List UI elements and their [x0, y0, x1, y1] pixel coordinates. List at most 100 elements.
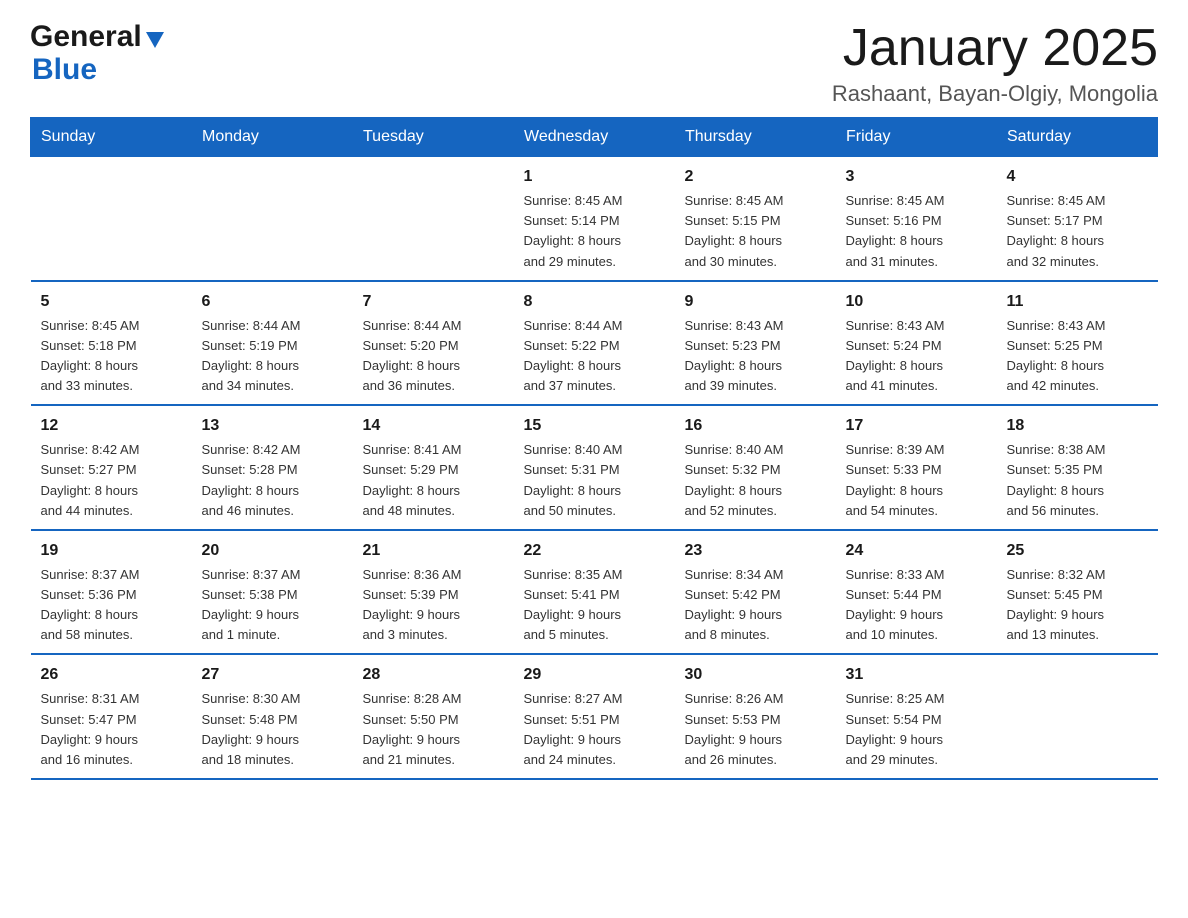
calendar-cell: 19Sunrise: 8:37 AM Sunset: 5:36 PM Dayli…	[31, 530, 192, 655]
day-info: Sunrise: 8:41 AM Sunset: 5:29 PM Dayligh…	[363, 440, 504, 521]
day-number: 15	[524, 414, 665, 438]
day-info: Sunrise: 8:45 AM Sunset: 5:17 PM Dayligh…	[1007, 191, 1148, 272]
header-cell-friday: Friday	[836, 118, 997, 157]
day-info: Sunrise: 8:45 AM Sunset: 5:16 PM Dayligh…	[846, 191, 987, 272]
day-info: Sunrise: 8:43 AM Sunset: 5:24 PM Dayligh…	[846, 316, 987, 397]
calendar-cell: 30Sunrise: 8:26 AM Sunset: 5:53 PM Dayli…	[675, 654, 836, 779]
day-info: Sunrise: 8:44 AM Sunset: 5:22 PM Dayligh…	[524, 316, 665, 397]
day-number: 8	[524, 290, 665, 314]
header-cell-monday: Monday	[192, 118, 353, 157]
calendar-cell: 7Sunrise: 8:44 AM Sunset: 5:20 PM Daylig…	[353, 281, 514, 406]
calendar-cell: 21Sunrise: 8:36 AM Sunset: 5:39 PM Dayli…	[353, 530, 514, 655]
day-number: 20	[202, 539, 343, 563]
title-section: January 2025 Rashaant, Bayan-Olgiy, Mong…	[832, 20, 1158, 107]
day-info: Sunrise: 8:25 AM Sunset: 5:54 PM Dayligh…	[846, 689, 987, 770]
calendar-cell: 14Sunrise: 8:41 AM Sunset: 5:29 PM Dayli…	[353, 405, 514, 530]
day-info: Sunrise: 8:42 AM Sunset: 5:27 PM Dayligh…	[41, 440, 182, 521]
day-info: Sunrise: 8:40 AM Sunset: 5:32 PM Dayligh…	[685, 440, 826, 521]
logo-triangle-icon	[144, 28, 166, 50]
calendar-cell: 25Sunrise: 8:32 AM Sunset: 5:45 PM Dayli…	[997, 530, 1158, 655]
calendar-cell: 10Sunrise: 8:43 AM Sunset: 5:24 PM Dayli…	[836, 281, 997, 406]
day-number: 22	[524, 539, 665, 563]
calendar-cell	[192, 157, 353, 281]
day-info: Sunrise: 8:27 AM Sunset: 5:51 PM Dayligh…	[524, 689, 665, 770]
day-info: Sunrise: 8:45 AM Sunset: 5:15 PM Dayligh…	[685, 191, 826, 272]
day-info: Sunrise: 8:40 AM Sunset: 5:31 PM Dayligh…	[524, 440, 665, 521]
calendar-cell: 2Sunrise: 8:45 AM Sunset: 5:15 PM Daylig…	[675, 157, 836, 281]
calendar-cell: 29Sunrise: 8:27 AM Sunset: 5:51 PM Dayli…	[514, 654, 675, 779]
day-info: Sunrise: 8:35 AM Sunset: 5:41 PM Dayligh…	[524, 565, 665, 646]
calendar-cell: 11Sunrise: 8:43 AM Sunset: 5:25 PM Dayli…	[997, 281, 1158, 406]
calendar-cell: 31Sunrise: 8:25 AM Sunset: 5:54 PM Dayli…	[836, 654, 997, 779]
day-number: 13	[202, 414, 343, 438]
calendar-cell: 1Sunrise: 8:45 AM Sunset: 5:14 PM Daylig…	[514, 157, 675, 281]
calendar-cell: 22Sunrise: 8:35 AM Sunset: 5:41 PM Dayli…	[514, 530, 675, 655]
calendar-table: SundayMondayTuesdayWednesdayThursdayFrid…	[30, 117, 1158, 780]
day-number: 31	[846, 663, 987, 687]
day-info: Sunrise: 8:42 AM Sunset: 5:28 PM Dayligh…	[202, 440, 343, 521]
day-number: 28	[363, 663, 504, 687]
day-info: Sunrise: 8:37 AM Sunset: 5:36 PM Dayligh…	[41, 565, 182, 646]
week-row-4: 19Sunrise: 8:37 AM Sunset: 5:36 PM Dayli…	[31, 530, 1158, 655]
day-info: Sunrise: 8:34 AM Sunset: 5:42 PM Dayligh…	[685, 565, 826, 646]
calendar-cell: 16Sunrise: 8:40 AM Sunset: 5:32 PM Dayli…	[675, 405, 836, 530]
day-number: 18	[1007, 414, 1148, 438]
day-number: 17	[846, 414, 987, 438]
day-number: 3	[846, 165, 987, 189]
calendar-cell: 9Sunrise: 8:43 AM Sunset: 5:23 PM Daylig…	[675, 281, 836, 406]
day-number: 2	[685, 165, 826, 189]
day-number: 1	[524, 165, 665, 189]
month-year-title: January 2025	[832, 20, 1158, 77]
calendar-cell	[997, 654, 1158, 779]
header-cell-thursday: Thursday	[675, 118, 836, 157]
week-row-1: 1Sunrise: 8:45 AM Sunset: 5:14 PM Daylig…	[31, 157, 1158, 281]
calendar-cell: 24Sunrise: 8:33 AM Sunset: 5:44 PM Dayli…	[836, 530, 997, 655]
day-info: Sunrise: 8:28 AM Sunset: 5:50 PM Dayligh…	[363, 689, 504, 770]
week-row-3: 12Sunrise: 8:42 AM Sunset: 5:27 PM Dayli…	[31, 405, 1158, 530]
header-cell-sunday: Sunday	[31, 118, 192, 157]
day-number: 21	[363, 539, 504, 563]
day-number: 7	[363, 290, 504, 314]
header-cell-wednesday: Wednesday	[514, 118, 675, 157]
day-info: Sunrise: 8:38 AM Sunset: 5:35 PM Dayligh…	[1007, 440, 1148, 521]
day-info: Sunrise: 8:37 AM Sunset: 5:38 PM Dayligh…	[202, 565, 343, 646]
calendar-cell: 26Sunrise: 8:31 AM Sunset: 5:47 PM Dayli…	[31, 654, 192, 779]
header-cell-tuesday: Tuesday	[353, 118, 514, 157]
day-number: 27	[202, 663, 343, 687]
day-info: Sunrise: 8:31 AM Sunset: 5:47 PM Dayligh…	[41, 689, 182, 770]
calendar-cell: 12Sunrise: 8:42 AM Sunset: 5:27 PM Dayli…	[31, 405, 192, 530]
day-info: Sunrise: 8:36 AM Sunset: 5:39 PM Dayligh…	[363, 565, 504, 646]
calendar-body: 1Sunrise: 8:45 AM Sunset: 5:14 PM Daylig…	[31, 157, 1158, 779]
day-number: 6	[202, 290, 343, 314]
day-number: 23	[685, 539, 826, 563]
day-number: 16	[685, 414, 826, 438]
day-info: Sunrise: 8:44 AM Sunset: 5:19 PM Dayligh…	[202, 316, 343, 397]
calendar-cell	[353, 157, 514, 281]
day-number: 14	[363, 414, 504, 438]
day-number: 10	[846, 290, 987, 314]
calendar-cell	[31, 157, 192, 281]
calendar-cell: 3Sunrise: 8:45 AM Sunset: 5:16 PM Daylig…	[836, 157, 997, 281]
day-info: Sunrise: 8:26 AM Sunset: 5:53 PM Dayligh…	[685, 689, 826, 770]
calendar-cell: 23Sunrise: 8:34 AM Sunset: 5:42 PM Dayli…	[675, 530, 836, 655]
logo-general-text: General	[30, 20, 142, 53]
calendar-cell: 27Sunrise: 8:30 AM Sunset: 5:48 PM Dayli…	[192, 654, 353, 779]
day-info: Sunrise: 8:43 AM Sunset: 5:23 PM Dayligh…	[685, 316, 826, 397]
day-number: 26	[41, 663, 182, 687]
calendar-cell: 20Sunrise: 8:37 AM Sunset: 5:38 PM Dayli…	[192, 530, 353, 655]
logo-blue-text: Blue	[32, 53, 97, 86]
calendar-cell: 17Sunrise: 8:39 AM Sunset: 5:33 PM Dayli…	[836, 405, 997, 530]
calendar-cell: 5Sunrise: 8:45 AM Sunset: 5:18 PM Daylig…	[31, 281, 192, 406]
day-number: 9	[685, 290, 826, 314]
day-number: 4	[1007, 165, 1148, 189]
day-number: 24	[846, 539, 987, 563]
header-row: SundayMondayTuesdayWednesdayThursdayFrid…	[31, 118, 1158, 157]
day-info: Sunrise: 8:45 AM Sunset: 5:18 PM Dayligh…	[41, 316, 182, 397]
week-row-2: 5Sunrise: 8:45 AM Sunset: 5:18 PM Daylig…	[31, 281, 1158, 406]
day-info: Sunrise: 8:45 AM Sunset: 5:14 PM Dayligh…	[524, 191, 665, 272]
day-number: 25	[1007, 539, 1148, 563]
day-number: 11	[1007, 290, 1148, 314]
calendar-cell: 6Sunrise: 8:44 AM Sunset: 5:19 PM Daylig…	[192, 281, 353, 406]
calendar-cell: 18Sunrise: 8:38 AM Sunset: 5:35 PM Dayli…	[997, 405, 1158, 530]
page-header: General Blue January 2025 Rashaant, Baya…	[30, 20, 1158, 107]
